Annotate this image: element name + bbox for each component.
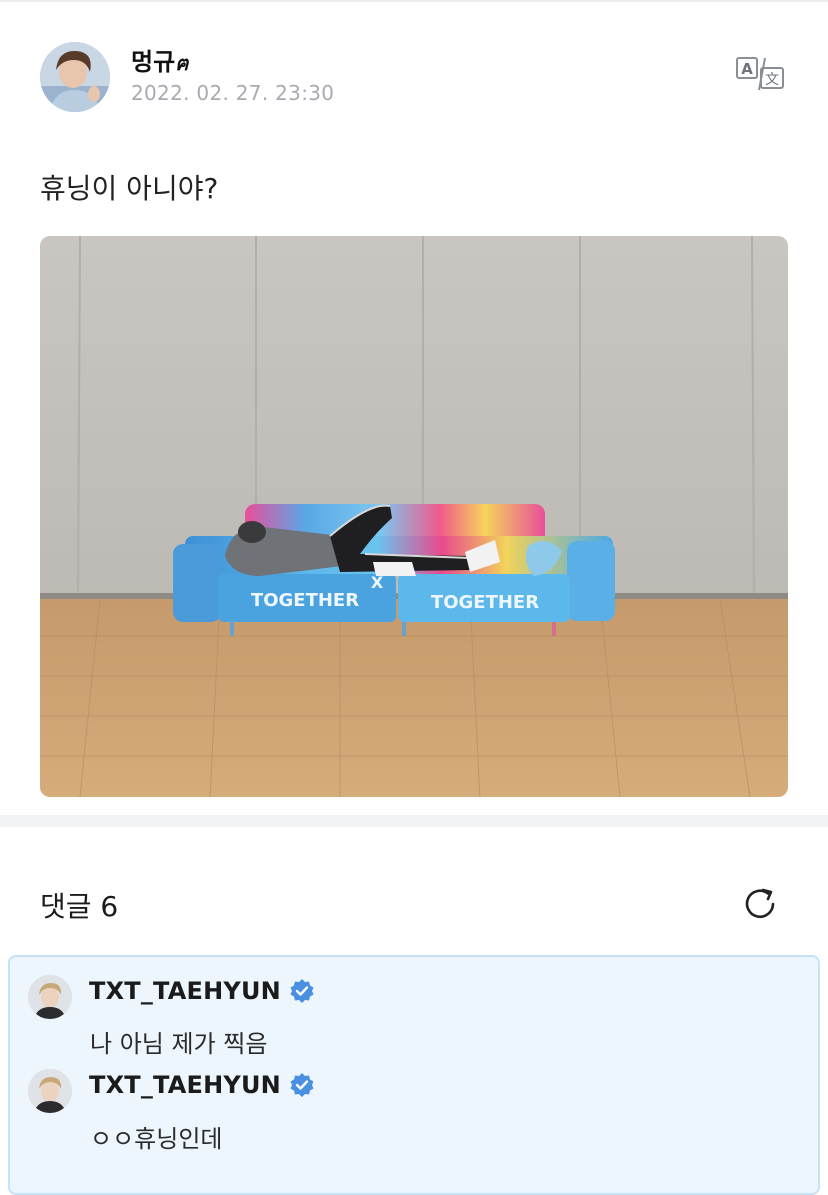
refresh-button[interactable] (740, 884, 780, 924)
translate-button[interactable]: A 文 (732, 54, 788, 94)
sofa-text-left: TOGETHER (251, 590, 359, 611)
svg-text:A: A (741, 60, 753, 78)
comment-text: 나 아님 제가 찍음 (90, 1030, 268, 1058)
comment-thread: TXT_TAEHYUN 나 아님 제가 찍음 TXT_TAEHYUN ㅇㅇ휴닝인… (8, 955, 820, 1195)
author-name-suffix: ฅ (175, 51, 189, 75)
author-name-text: 멍규 (131, 48, 176, 76)
post-photo[interactable]: TOGETHER X TOGETHER (40, 236, 788, 797)
comment-avatar[interactable] (28, 975, 72, 1019)
translate-icon: A 文 (736, 57, 784, 91)
author-avatar[interactable] (40, 42, 110, 112)
comment-author-name[interactable]: TXT_TAEHYUN (89, 1071, 281, 1099)
verified-badge-icon (290, 1073, 314, 1097)
verified-badge-icon (290, 979, 314, 1003)
post-body: 휴닝이 아니야? (40, 172, 219, 205)
post-date: 2022. 02. 27. 23:30 (131, 81, 335, 105)
comments-count-title: 댓글 6 (40, 890, 119, 923)
svg-text:文: 文 (765, 72, 779, 88)
comment-avatar[interactable] (28, 1069, 72, 1113)
post-card: 멍규ฅ 2022. 02. 27. 23:30 A 文 휴닝이 아니야? TOG… (0, 0, 828, 815)
comment-author-name[interactable]: TXT_TAEHYUN (89, 977, 281, 1005)
refresh-icon (745, 888, 775, 919)
author-name[interactable]: 멍규ฅ (131, 42, 189, 79)
comment-text: ㅇㅇ휴닝인데 (90, 1125, 223, 1153)
sofa-text-right: TOGETHER (431, 592, 539, 613)
section-divider (0, 815, 828, 827)
